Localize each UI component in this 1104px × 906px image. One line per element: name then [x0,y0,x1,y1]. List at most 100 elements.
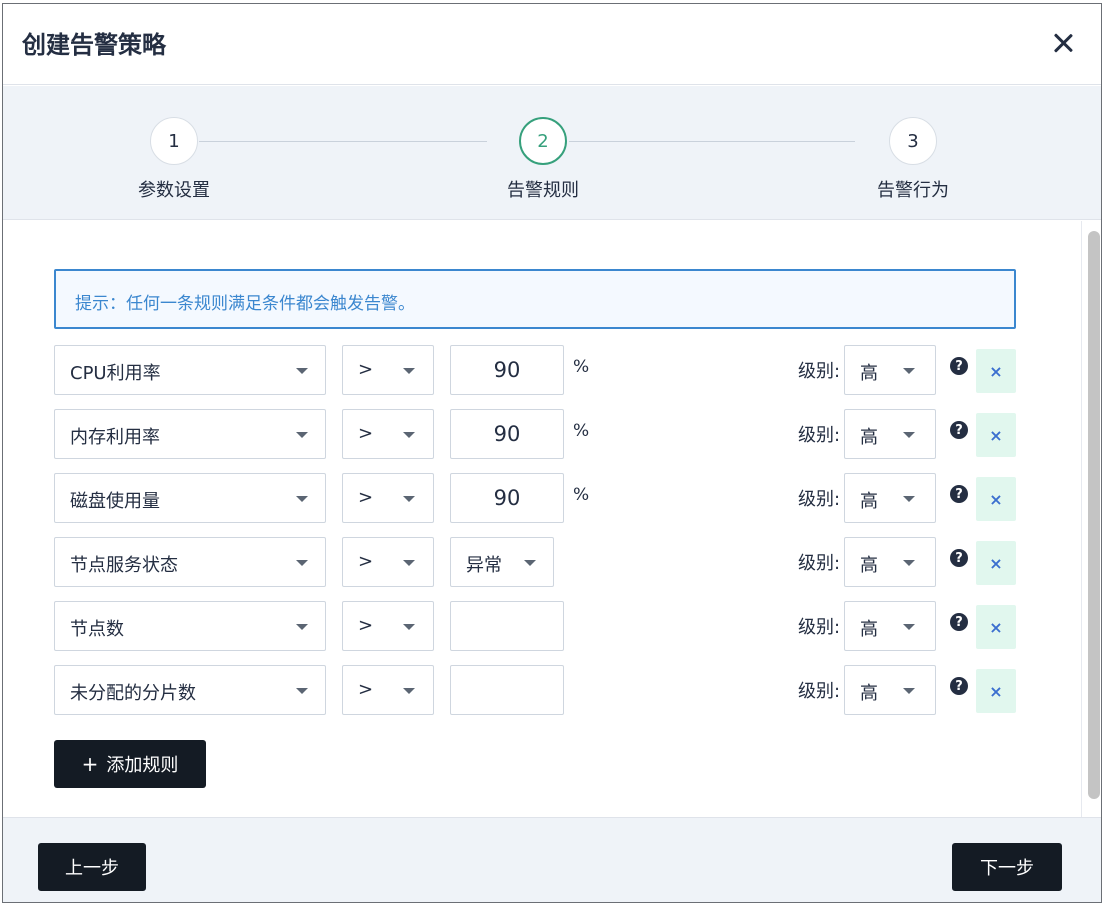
metric-select[interactable]: 未分配的分片数 [54,665,326,715]
metric-select-value: CPU利用率 [70,363,161,384]
step-number: 2 [519,117,567,165]
operator-select-value: > [358,615,374,636]
add-rule-label: 添加规则 [106,755,179,776]
caret-down-icon [403,688,415,694]
scrollbar[interactable] [1081,221,1101,817]
next-step-button[interactable]: 下一步 [952,843,1062,891]
threshold-input[interactable] [450,409,564,459]
previous-step-button[interactable]: 上一步 [38,843,146,891]
operator-select-value: > [358,487,374,508]
step-number: 3 [889,117,937,165]
caret-down-icon [903,560,915,566]
operator-select[interactable]: > [342,601,434,651]
operator-select[interactable]: > [342,409,434,459]
caret-down-icon [296,496,308,502]
help-icon[interactable]: ? [950,421,968,439]
unit-label: % [573,421,590,441]
caret-down-icon [403,560,415,566]
scrollbar-thumb[interactable] [1088,231,1100,799]
rule-row: CPU利用率 > % 级别: 高 ? × [54,345,1016,395]
metric-select-value: 磁盘使用量 [70,491,160,512]
threshold-input[interactable] [450,601,564,651]
tip-text: 提示：任何一条规则满足条件都会触发告警。 [75,294,415,314]
create-alert-policy-dialog: 创建告警策略 1 参数设置 2 告警规则 3 告警行为 提示：任何一条规则满足条… [2,3,1102,903]
metric-select[interactable]: 节点数 [54,601,326,651]
help-icon[interactable]: ? [950,357,968,375]
metric-select[interactable]: 内存利用率 [54,409,326,459]
help-icon[interactable]: ? [950,549,968,567]
caret-down-icon [903,496,915,502]
step-parameter-settings[interactable]: 1 参数设置 [94,117,254,202]
delete-rule-button[interactable]: × [976,349,1016,393]
delete-rule-button[interactable]: × [976,541,1016,585]
rule-row: 节点服务状态 > 异常 级别: 高 ? × [54,537,1016,587]
tip-box: 提示：任何一条规则满足条件都会触发告警。 [54,269,1016,329]
level-select[interactable]: 高 [844,473,936,523]
level-select-value: 高 [860,427,878,448]
operator-select[interactable]: > [342,665,434,715]
level-select[interactable]: 高 [844,665,936,715]
rule-row: 节点数 > 级别: 高 ? × [54,601,1016,651]
delete-rule-button[interactable]: × [976,605,1016,649]
help-icon[interactable]: ? [950,677,968,695]
operator-select-value: > [358,423,374,444]
step-number: 1 [150,117,198,165]
rule-row: 内存利用率 > % 级别: 高 ? × [54,409,1016,459]
caret-down-icon [524,560,536,566]
threshold-input[interactable] [450,665,564,715]
metric-select-value: 节点数 [70,619,124,640]
level-label: 级别: [798,681,841,702]
level-label: 级别: [798,361,841,382]
caret-down-icon [403,368,415,374]
operator-select-value: > [358,679,374,700]
level-select[interactable]: 高 [844,345,936,395]
step-alert-actions[interactable]: 3 告警行为 [833,117,993,202]
add-rule-button[interactable]: + 添加规则 [54,740,206,788]
level-select-value: 高 [860,683,878,704]
level-select-value: 高 [860,491,878,512]
metric-select-value: 未分配的分片数 [70,683,196,704]
metric-select[interactable]: 磁盘使用量 [54,473,326,523]
help-icon[interactable]: ? [950,485,968,503]
operator-select[interactable]: > [342,345,434,395]
level-label: 级别: [798,553,841,574]
operator-select[interactable]: > [342,537,434,587]
level-label: 级别: [798,425,841,446]
rules-content: 提示：任何一条规则满足条件都会触发告警。 CPU利用率 > % 级别: 高 ? … [3,221,1081,817]
unit-label: % [573,485,590,505]
operator-select[interactable]: > [342,473,434,523]
delete-rule-button[interactable]: × [976,413,1016,457]
step-alert-rules[interactable]: 2 告警规则 [463,117,623,202]
dialog-title: 创建告警策略 [22,31,166,59]
caret-down-icon [903,688,915,694]
unit-label: % [573,357,590,377]
caret-down-icon [903,432,915,438]
operator-select-value: > [358,359,374,380]
caret-down-icon [296,688,308,694]
close-icon[interactable] [1050,30,1076,56]
delete-rule-button[interactable]: × [976,477,1016,521]
level-select[interactable]: 高 [844,537,936,587]
threshold-input[interactable] [450,473,564,523]
status-select[interactable]: 异常 [450,537,554,587]
step-label: 告警规则 [507,180,579,201]
dialog-footer: 上一步 下一步 [3,817,1101,902]
dialog-header: 创建告警策略 [3,4,1101,85]
level-select-value: 高 [860,363,878,384]
plus-icon: + [81,752,99,776]
step-label: 参数设置 [138,180,210,201]
rule-row: 磁盘使用量 > % 级别: 高 ? × [54,473,1016,523]
threshold-input[interactable] [450,345,564,395]
status-select-value: 异常 [466,555,502,576]
level-select[interactable]: 高 [844,409,936,459]
level-select-value: 高 [860,555,878,576]
step-label: 告警行为 [877,180,949,201]
caret-down-icon [296,432,308,438]
rule-row: 未分配的分片数 > 级别: 高 ? × [54,665,1016,715]
metric-select-value: 节点服务状态 [70,555,178,576]
metric-select[interactable]: CPU利用率 [54,345,326,395]
help-icon[interactable]: ? [950,613,968,631]
delete-rule-button[interactable]: × [976,669,1016,713]
metric-select[interactable]: 节点服务状态 [54,537,326,587]
level-select[interactable]: 高 [844,601,936,651]
